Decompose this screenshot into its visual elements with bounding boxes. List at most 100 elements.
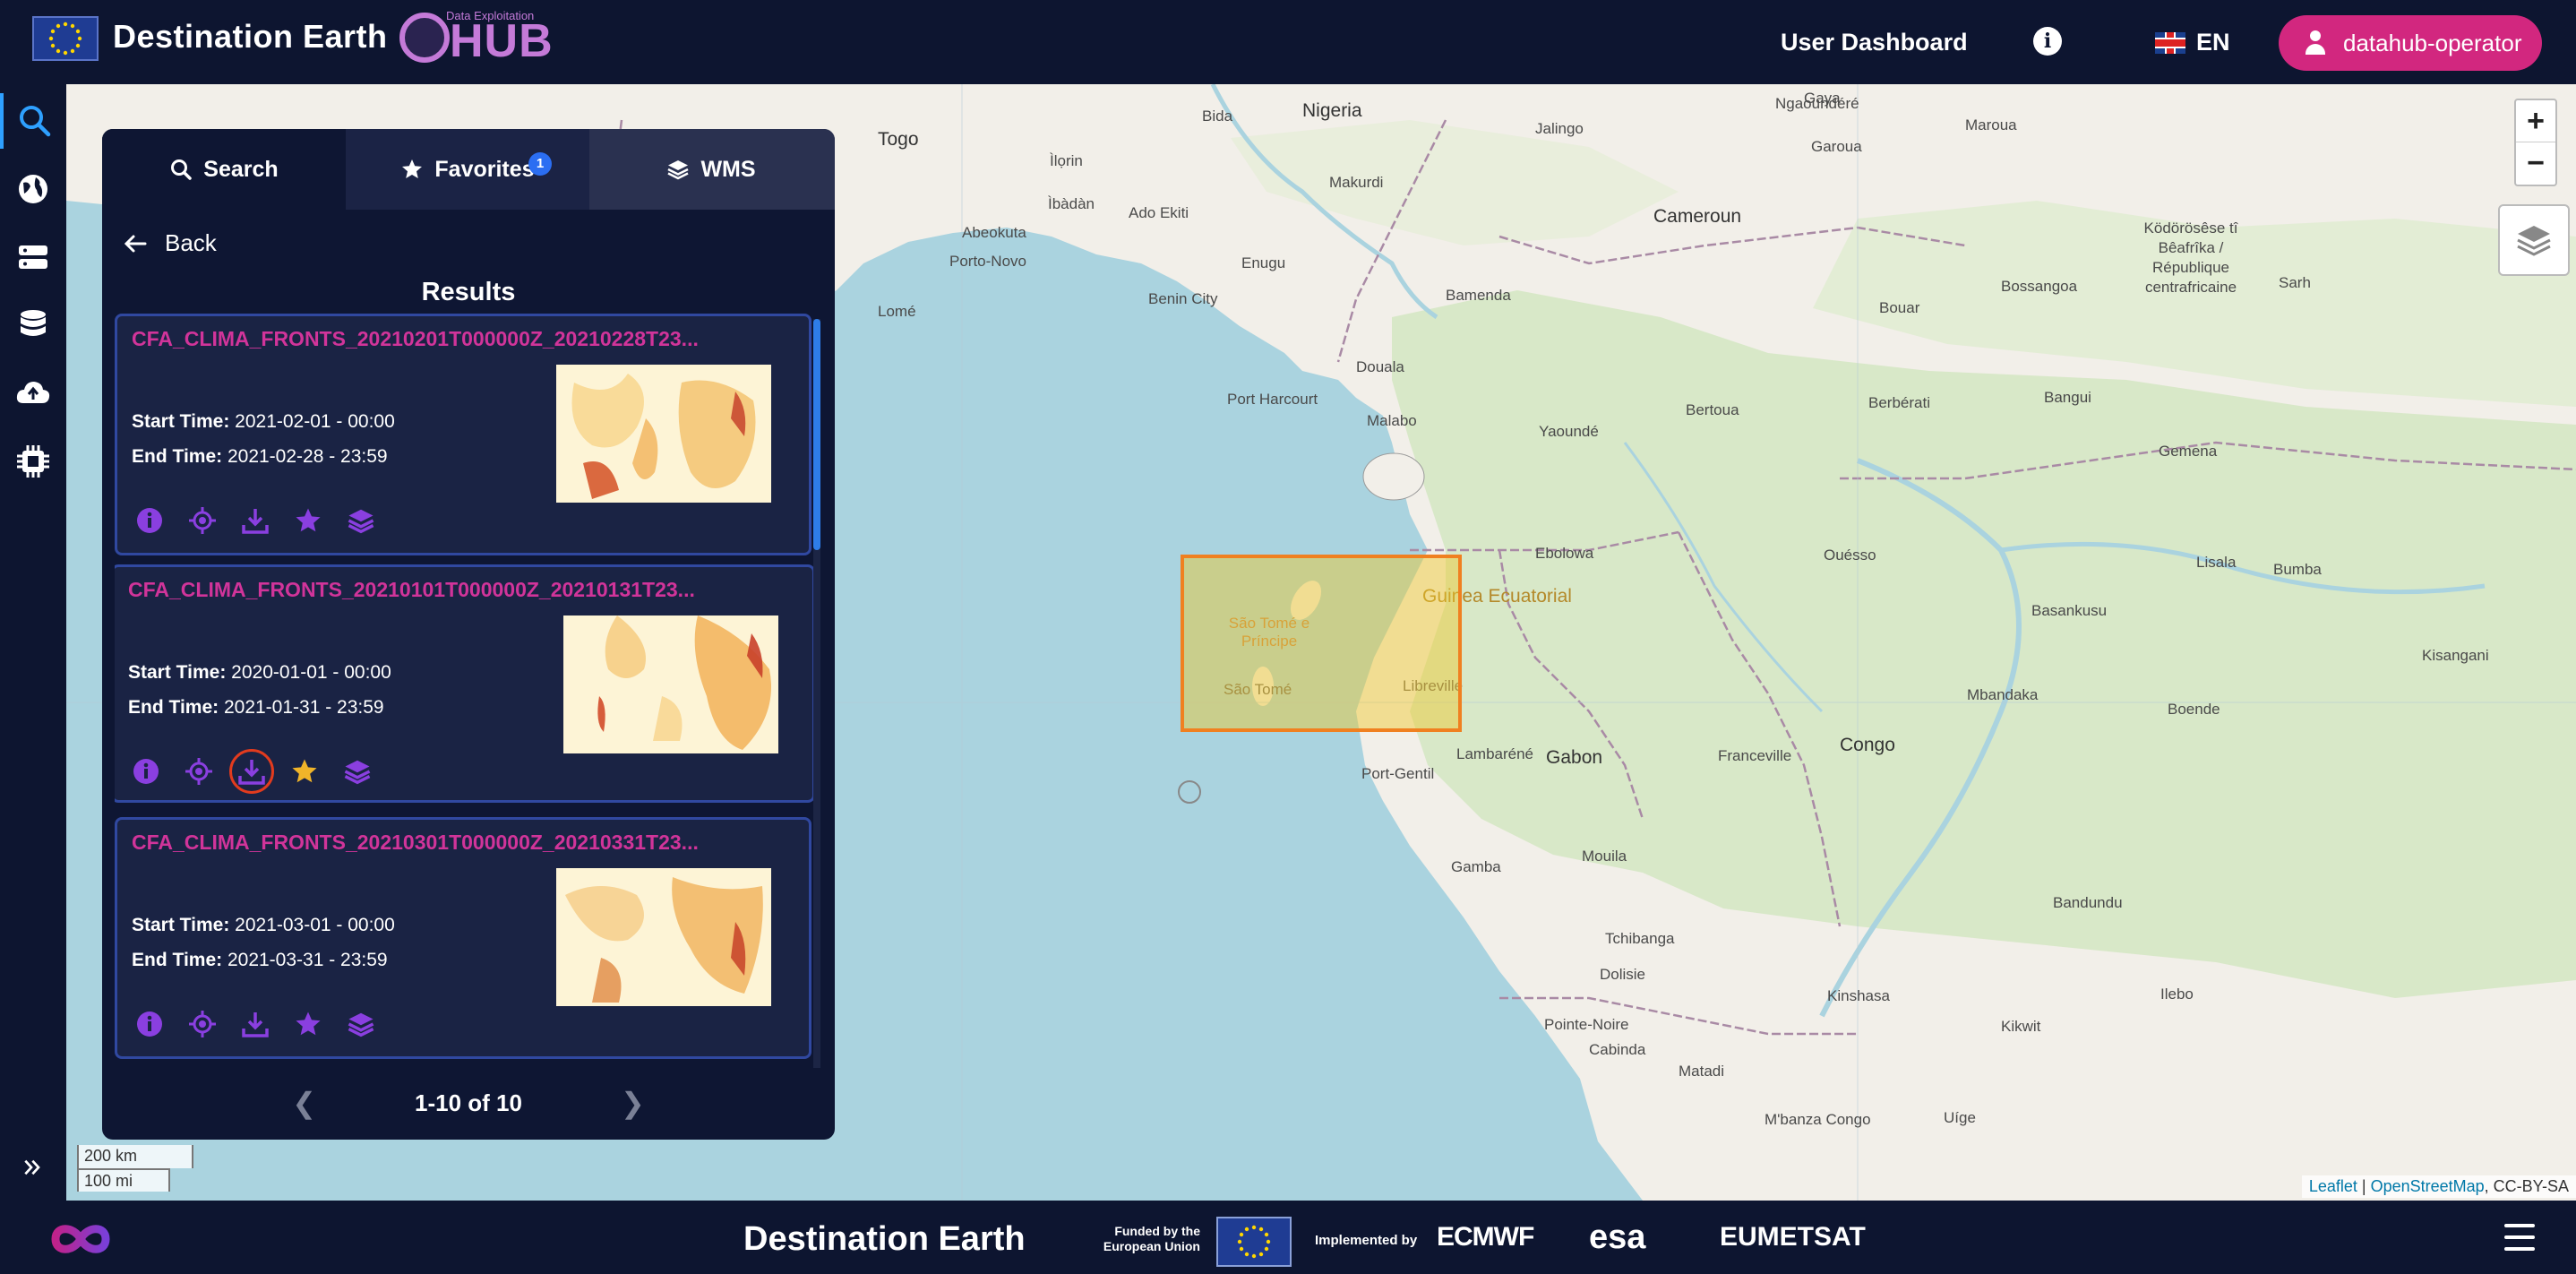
- info-icon[interactable]: [135, 506, 164, 535]
- top-header: Destination Earth Data Exploitation HUB …: [0, 0, 2576, 84]
- infinity-logo-icon[interactable]: [30, 1213, 131, 1265]
- user-dashboard-link[interactable]: User Dashboard: [1781, 29, 1968, 56]
- map-label-sarh: Sarh: [2279, 274, 2311, 291]
- sidebar-database-icon[interactable]: [0, 297, 66, 353]
- map-label-maroua: Maroua: [1965, 116, 2017, 133]
- left-sidebar: [0, 84, 66, 1201]
- end-time-value: 2021-01-31 - 23:59: [223, 697, 384, 718]
- user-menu-button[interactable]: datahub-operator: [2279, 15, 2542, 71]
- map-label-ado-ekiti: Ado Ekiti: [1129, 204, 1189, 221]
- map-label-pointe-noire: Pointe-Noire: [1544, 1016, 1629, 1033]
- map-label-bossangoa: Bossangoa: [2001, 278, 2078, 295]
- attribution-separator: |: [2357, 1177, 2371, 1195]
- favorite-star-icon[interactable]: [290, 757, 319, 786]
- result-title[interactable]: CFA_CLIMA_FRONTS_20210101T000000Z_202101…: [128, 578, 791, 602]
- map-label-jalingo: Jalingo: [1535, 120, 1584, 137]
- sidebar-upload-cloud-icon[interactable]: [0, 366, 66, 421]
- map-label-gabon: Gabon: [1546, 747, 1603, 768]
- map-label-lambarene: Lambaréné: [1456, 745, 1534, 762]
- sidebar-search-icon[interactable]: [0, 93, 66, 149]
- results-list[interactable]: CFA_CLIMA_FRONTS_20210201T000000Z_202102…: [115, 314, 822, 1063]
- locate-icon[interactable]: [188, 506, 217, 535]
- map-label-bida: Bida: [1202, 108, 1233, 125]
- locate-icon[interactable]: [185, 757, 213, 786]
- hub-logo[interactable]: Data Exploitation HUB: [399, 7, 553, 70]
- map-label-franceville: Franceville: [1718, 747, 1792, 764]
- next-page-icon[interactable]: ❯: [621, 1086, 645, 1120]
- tab-wms[interactable]: WMS: [589, 129, 833, 210]
- map-label-ibadan: Ìbàdàn: [1048, 195, 1095, 212]
- favorite-star-icon[interactable]: [294, 1010, 322, 1038]
- star-icon: [402, 159, 423, 178]
- map-label-port-harcourt: Port Harcourt: [1227, 391, 1318, 408]
- add-layer-icon[interactable]: [347, 1010, 375, 1038]
- map-label-bangui: Bangui: [2044, 389, 2091, 406]
- add-layer-icon[interactable]: [347, 506, 375, 535]
- back-button[interactable]: Back: [124, 229, 217, 257]
- result-thumbnail: [563, 615, 778, 753]
- prev-page-icon[interactable]: ❮: [292, 1086, 316, 1120]
- eumetsat-logo[interactable]: EUMETSAT: [1720, 1222, 1866, 1252]
- sidebar-server-icon[interactable]: [0, 229, 66, 285]
- hub-logo-text: HUB: [450, 15, 554, 67]
- result-card[interactable]: CFA_CLIMA_FRONTS_20210201T000000Z_202102…: [115, 314, 811, 555]
- map-label-bamenda: Bamenda: [1446, 287, 1511, 304]
- funded-by-eu-text: Funded by the European Union: [1103, 1224, 1200, 1253]
- start-time-value: 2021-03-01 - 00:00: [235, 915, 395, 935]
- map-label-matadi: Matadi: [1679, 1063, 1725, 1080]
- brand-title[interactable]: Destination Earth: [113, 18, 388, 56]
- result-card[interactable]: CFA_CLIMA_FRONTS_20210301T000000Z_202103…: [115, 817, 811, 1059]
- favorite-star-icon[interactable]: [294, 506, 322, 535]
- footer: Destination Earth Funded by the European…: [0, 1201, 2576, 1274]
- map-attribution: Leaflet | OpenStreetMap, CC-BY-SA: [2301, 1175, 2576, 1198]
- download-icon[interactable]: [241, 1010, 270, 1038]
- results-title: Results: [421, 278, 516, 306]
- footer-title: Destination Earth: [743, 1220, 1026, 1258]
- download-icon[interactable]: [241, 506, 270, 535]
- user-icon: [2304, 30, 2327, 56]
- leaflet-link[interactable]: Leaflet: [2309, 1177, 2357, 1195]
- result-actions: [135, 506, 375, 535]
- language-selector[interactable]: EN: [2155, 29, 2230, 56]
- info-icon[interactable]: [135, 1010, 164, 1038]
- map-label-uige: Uíge: [1944, 1109, 1976, 1126]
- result-title[interactable]: CFA_CLIMA_FRONTS_20210201T000000Z_202102…: [132, 327, 794, 351]
- map-label-lome: Lomé: [878, 303, 916, 320]
- hamburger-menu-icon[interactable]: [2504, 1224, 2535, 1251]
- map-label-togo: Togo: [878, 129, 919, 150]
- end-time-label: End Time:: [132, 950, 223, 970]
- layers-icon[interactable]: [2498, 204, 2570, 276]
- tab-wms-label: WMS: [700, 156, 756, 182]
- sidebar-globe-icon[interactable]: [0, 161, 66, 217]
- user-name: datahub-operator: [2343, 29, 2522, 56]
- ecmwf-logo[interactable]: ECMWF: [1437, 1222, 1534, 1252]
- implemented-by-text: Implemented by: [1315, 1233, 1418, 1248]
- area-of-interest-box[interactable]: [1181, 555, 1462, 732]
- scale-mi: 100 mi: [77, 1168, 170, 1192]
- sidebar-expand-icon[interactable]: [0, 1140, 66, 1195]
- map-label-cabinda: Cabinda: [1589, 1041, 1646, 1058]
- add-layer-icon[interactable]: [343, 757, 372, 786]
- download-icon[interactable]: [229, 749, 274, 794]
- map-label-garoua: Garoua: [1811, 138, 1862, 155]
- tab-search[interactable]: Search: [102, 129, 346, 210]
- map-label-lisala: Lisala: [2196, 554, 2237, 571]
- map-label-porto-novo: Porto-Novo: [949, 253, 1026, 270]
- map-label-benin-city: Benin City: [1148, 290, 1218, 307]
- panel-tabs: Search Favorites 1 WMS: [102, 129, 835, 210]
- info-icon[interactable]: [132, 757, 160, 786]
- openstreetmap-link[interactable]: OpenStreetMap: [2371, 1177, 2485, 1195]
- sidebar-processor-icon[interactable]: [0, 434, 66, 489]
- results-scrollbar-thumb[interactable]: [813, 319, 820, 550]
- locate-icon[interactable]: [188, 1010, 217, 1038]
- result-card[interactable]: CFA_CLIMA_FRONTS_20210101T000000Z_202101…: [115, 564, 815, 803]
- zoom-in-button[interactable]: +: [2516, 100, 2555, 142]
- tab-favorites[interactable]: Favorites 1: [346, 129, 589, 210]
- map-label-bouar: Bouar: [1879, 299, 1920, 316]
- result-title[interactable]: CFA_CLIMA_FRONTS_20210301T000000Z_202103…: [132, 831, 794, 855]
- esa-logo[interactable]: esa: [1589, 1218, 1645, 1257]
- map-label-douala: Douala: [1356, 358, 1404, 375]
- uk-flag-icon: [2155, 31, 2185, 54]
- info-icon[interactable]: i: [2033, 27, 2062, 56]
- zoom-out-button[interactable]: −: [2516, 142, 2555, 185]
